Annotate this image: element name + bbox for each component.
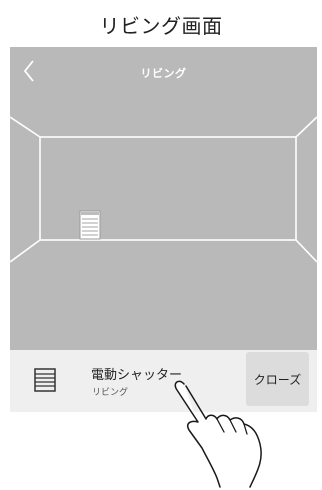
shutter-icon [79,210,101,240]
pointing-hand-icon [174,380,262,488]
device-icon [34,368,56,392]
shutter-icon [34,368,56,392]
shutter-marker[interactable] [79,210,101,240]
screen-caption: リビング画面 [99,14,223,38]
device-room: リビング [92,388,129,398]
device-name: 電動シャッター [91,368,183,383]
page-title: リビング [140,67,187,80]
